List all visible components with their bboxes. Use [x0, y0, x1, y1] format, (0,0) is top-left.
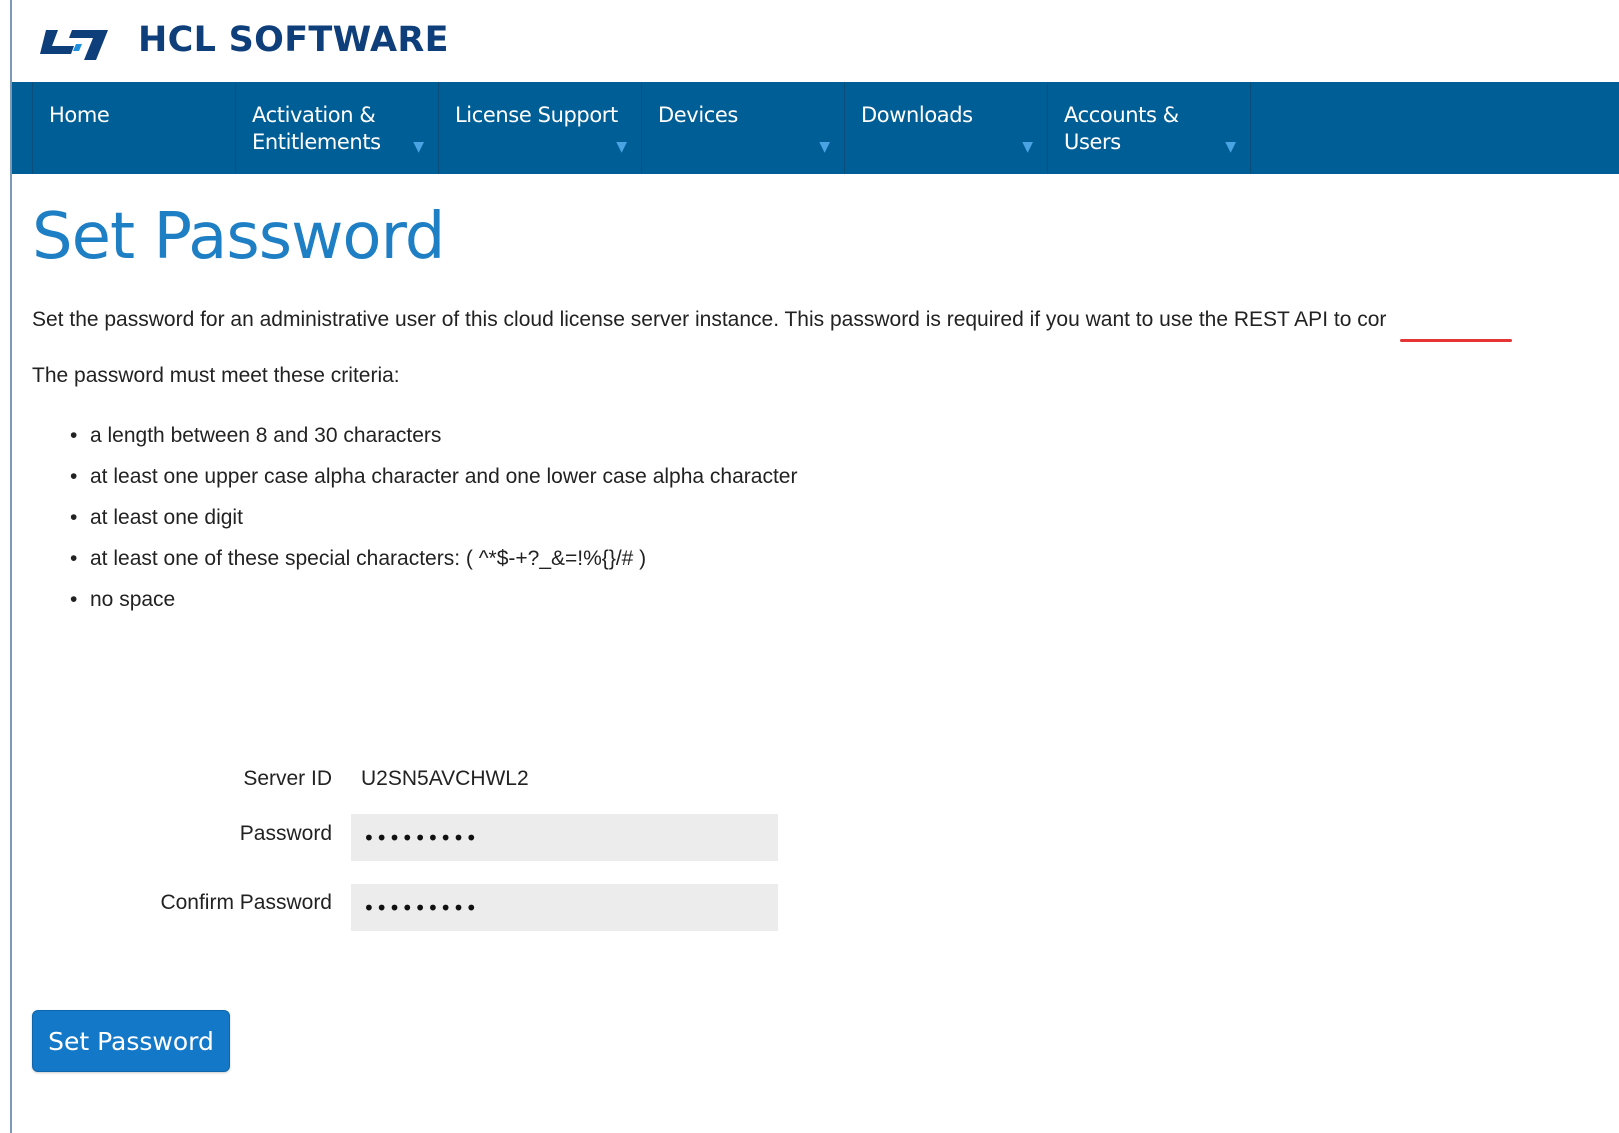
page-title: Set Password	[32, 200, 445, 274]
chevron-down-icon: ▼	[819, 139, 830, 155]
password-label: Password	[239, 822, 332, 845]
nav-item-accounts-users[interactable]: Accounts & Users ▼	[1048, 82, 1251, 174]
nav-item-downloads[interactable]: Downloads ▼	[845, 82, 1048, 174]
confirm-password-field[interactable]	[351, 884, 778, 931]
nav-item-activation-entitlements[interactable]: Activation & Entitlements ▼	[236, 82, 439, 174]
criterion-text: no space	[90, 588, 176, 611]
bullet-icon: •	[70, 506, 78, 529]
chevron-down-icon: ▼	[616, 139, 627, 155]
nav-item-label: License Support	[455, 103, 618, 127]
nav-spacer	[12, 82, 33, 174]
list-item: • no space	[68, 588, 797, 629]
bullet-icon: •	[70, 588, 78, 611]
brand-name[interactable]: HCL SOFTWARE	[138, 20, 449, 60]
nav-item-label: Downloads	[861, 103, 973, 127]
criterion-text: a length between 8 and 30 characters	[90, 424, 442, 447]
bullet-icon: •	[70, 547, 78, 570]
bullet-icon: •	[70, 424, 78, 447]
nav-item-license-support[interactable]: License Support ▼	[439, 82, 642, 174]
list-item: • a length between 8 and 30 characters	[68, 424, 797, 465]
criterion-text: at least one digit	[90, 506, 243, 529]
hcl-logo-icon[interactable]	[32, 24, 112, 64]
rest-api-annotation-underline	[1400, 339, 1512, 342]
nav-item-label: Activation & Entitlements	[252, 103, 381, 154]
set-password-button[interactable]: Set Password	[32, 1010, 230, 1072]
password-criteria-list: • a length between 8 and 30 characters • a…	[68, 424, 797, 629]
chevron-down-icon: ▼	[1022, 139, 1033, 155]
server-id-label: Server ID	[243, 767, 332, 790]
criterion-text: at least one of these special characters…	[90, 547, 647, 570]
confirm-password-label: Confirm Password	[160, 891, 332, 914]
nav-item-label: Devices	[658, 103, 738, 127]
nav-item-label: Home	[49, 103, 110, 127]
list-item: • at least one digit	[68, 506, 797, 547]
site-header: HCL SOFTWARE	[12, 0, 1619, 82]
chevron-down-icon: ▼	[1225, 139, 1236, 155]
server-id-value: U2SN5AVCHWL2	[361, 767, 529, 790]
chevron-down-icon: ▼	[413, 139, 424, 155]
list-item: • at least one upper case alpha character…	[68, 465, 797, 506]
password-field[interactable]	[351, 814, 778, 861]
nav-item-devices[interactable]: Devices ▼	[642, 82, 845, 174]
bullet-icon: •	[70, 465, 78, 488]
nav-item-label: Accounts & Users	[1064, 103, 1179, 154]
page-description: Set the password for an administrative u…	[32, 308, 1387, 331]
criterion-text: at least one upper case alpha character …	[90, 465, 798, 488]
main-nav: Home Activation & Entitlements ▼ License…	[12, 82, 1619, 174]
nav-item-home[interactable]: Home	[33, 82, 236, 174]
list-item: • at least one of these special character…	[68, 547, 797, 588]
page: HCL SOFTWARE Home Activation & Entitleme…	[0, 0, 1619, 1133]
criteria-heading: The password must meet these criteria:	[32, 364, 400, 387]
